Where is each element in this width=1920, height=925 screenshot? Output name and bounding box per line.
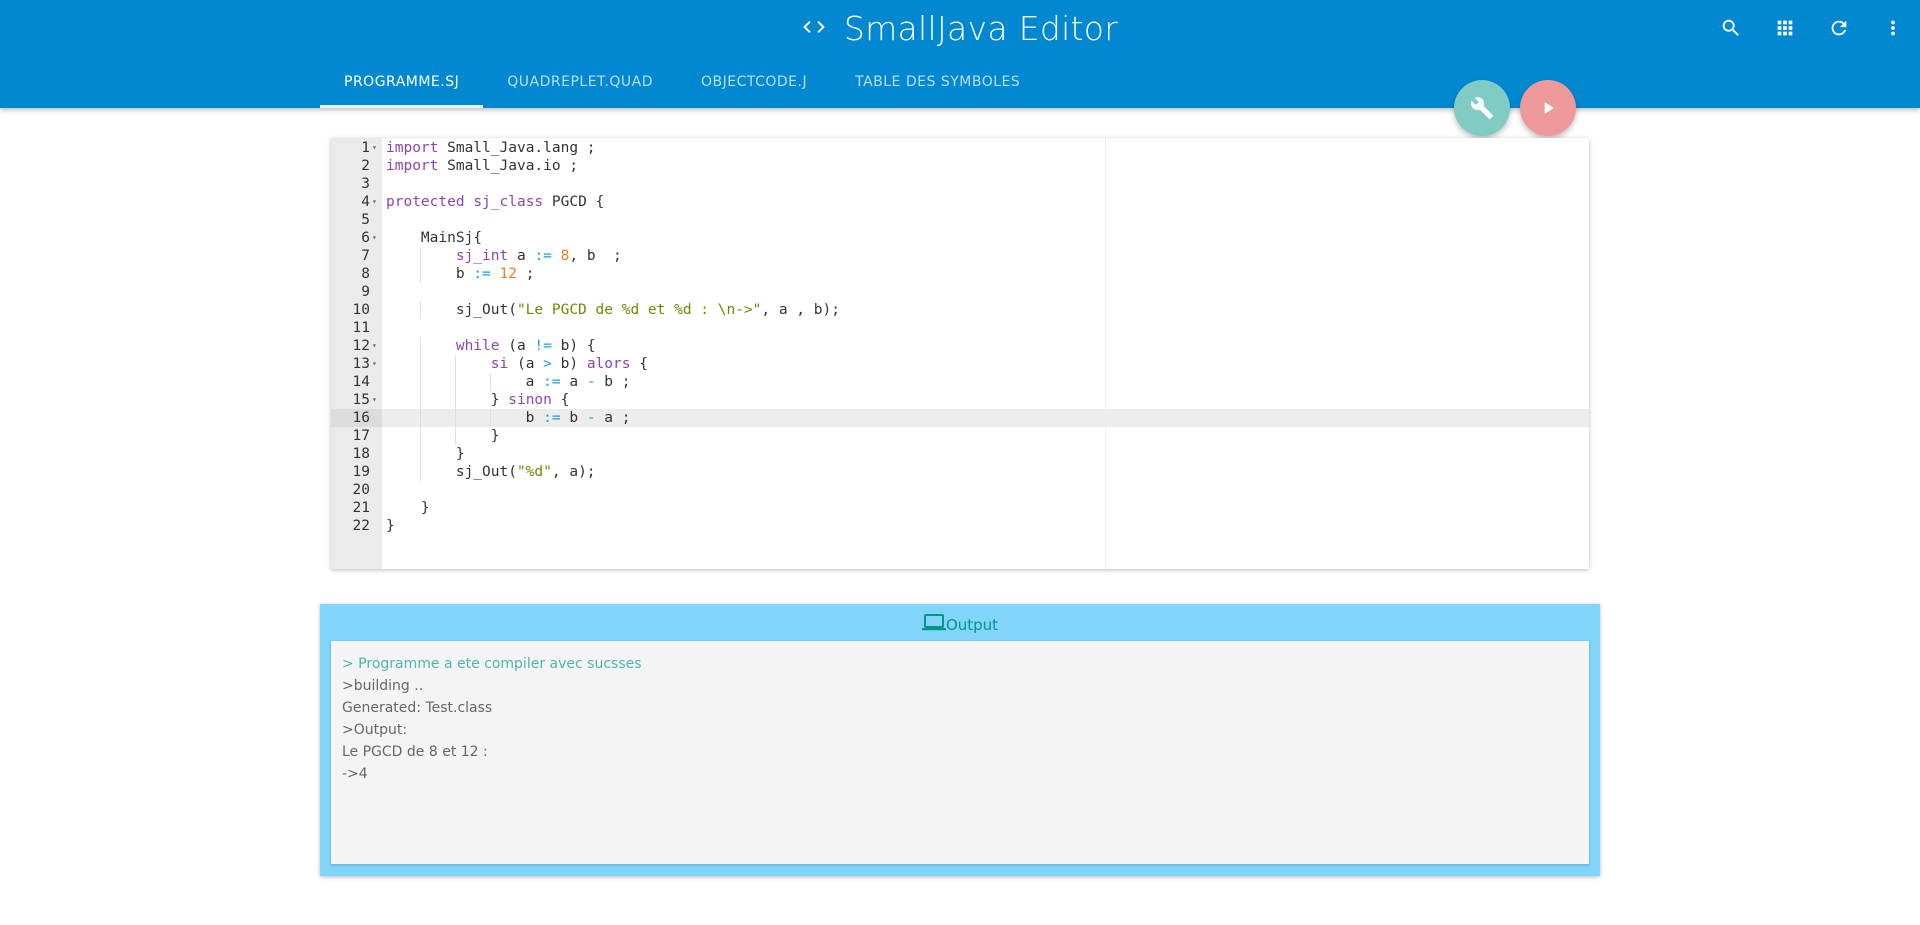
output-line: ->4 xyxy=(342,766,368,782)
code-line[interactable]: 6 ▾ MainSj{ xyxy=(331,229,1589,247)
code-text: protected sj_class PGCD { xyxy=(386,194,605,210)
code-line[interactable]: 22} xyxy=(331,517,1589,535)
line-number: 13 xyxy=(352,356,370,372)
code-line[interactable]: 14 a := a - b ; xyxy=(331,373,1589,391)
code-editor[interactable]: 1 ▾ import Small_Java.lang ; 2 import Small_… xyxy=(331,138,1589,569)
line-number: 10 xyxy=(352,302,370,318)
code-line[interactable]: 17 } xyxy=(331,427,1589,445)
build-button[interactable] xyxy=(1454,80,1510,136)
tab-quadreplet[interactable]: QUADREPLET.QUAD xyxy=(483,56,677,108)
code-line[interactable]: 13 ▾ si (a > b) alors { xyxy=(331,355,1589,373)
output-line: > Programme a ete compiler avec sucsses xyxy=(342,656,642,672)
code-line[interactable]: 19 sj_Out("%d", a); xyxy=(331,463,1589,481)
code-lines[interactable]: 1 ▾ import Small_Java.lang ; 2 import Small_… xyxy=(331,138,1589,535)
laptop-icon xyxy=(921,614,946,631)
apps-icon[interactable] xyxy=(1758,0,1812,56)
toolbar-actions xyxy=(1704,0,1920,56)
output-header: Output xyxy=(320,604,1600,640)
code-text: } xyxy=(386,500,430,516)
code-line[interactable]: 4 ▾ protected sj_class PGCD { xyxy=(331,193,1589,211)
code-text: import Small_Java.lang ; xyxy=(386,140,596,156)
app-toolbar: SmallJava Editor PROGRAMME.SJ QUADREPLET… xyxy=(0,0,1920,108)
fold-toggle-icon[interactable]: ▾ xyxy=(372,229,377,247)
line-number: 14 xyxy=(352,374,370,390)
code-text: sj_Out("%d", a); xyxy=(419,463,596,481)
code-text: } xyxy=(386,427,500,445)
code-line[interactable]: 18 } xyxy=(331,445,1589,463)
code-text: sj_Out("Le PGCD de %d et %d : \n->", a ,… xyxy=(419,301,840,319)
output-panel: Output > Programme a ete compiler avec s… xyxy=(320,604,1600,876)
code-line[interactable]: 21 } xyxy=(331,499,1589,517)
fold-toggle-icon[interactable]: ▾ xyxy=(372,355,377,373)
code-text: } xyxy=(386,518,395,534)
wrench-icon xyxy=(1470,97,1493,119)
code-text: b := b - a ; xyxy=(386,409,630,427)
line-number: 15 xyxy=(352,392,370,408)
title-area: SmallJava Editor xyxy=(0,0,1920,56)
line-number: 11 xyxy=(352,320,370,336)
line-number: 5 xyxy=(361,212,370,228)
output-title: Output xyxy=(945,616,999,634)
more-vert-icon[interactable] xyxy=(1866,0,1920,56)
output-line: >building .. xyxy=(342,678,424,694)
code-text: while (a != b) { xyxy=(386,337,596,355)
fold-toggle-icon[interactable]: ▾ xyxy=(372,391,377,409)
line-number: 16 xyxy=(331,409,382,427)
code-line[interactable]: 12 ▾ while (a != b) { xyxy=(331,337,1589,355)
search-icon[interactable] xyxy=(1704,0,1758,56)
code-icon xyxy=(803,21,825,33)
code-line[interactable]: 5 xyxy=(331,211,1589,229)
line-number: 20 xyxy=(352,482,370,498)
tab-symbol-table[interactable]: TABLE DES SYMBOLES xyxy=(831,56,1044,108)
code-text: import Small_Java.io ; xyxy=(386,158,579,174)
code-text: } xyxy=(419,445,465,463)
tab-objectcode[interactable]: OBJECTCODE.J xyxy=(677,56,831,108)
line-number: 22 xyxy=(352,518,370,534)
code-line[interactable]: 3 xyxy=(331,175,1589,193)
refresh-icon[interactable] xyxy=(1812,0,1866,56)
app-title: SmallJava Editor xyxy=(843,8,1119,48)
code-line[interactable]: 7 sj_int a := 8, b ; xyxy=(331,247,1589,265)
output-console: > Programme a ete compiler avec sucsses >… xyxy=(331,641,1589,864)
code-line[interactable]: 1 ▾ import Small_Java.lang ; xyxy=(331,139,1589,157)
run-button[interactable] xyxy=(1520,80,1576,136)
fold-toggle-icon[interactable]: ▾ xyxy=(372,139,377,157)
play-icon xyxy=(1544,102,1554,114)
line-number: 4 xyxy=(361,194,370,210)
line-number: 1 xyxy=(361,140,370,156)
file-tabs: PROGRAMME.SJ QUADREPLET.QUAD OBJECTCODE.… xyxy=(320,56,1044,108)
code-line[interactable]: 11 xyxy=(331,319,1589,337)
fold-toggle-icon[interactable]: ▾ xyxy=(372,337,377,355)
line-number: 21 xyxy=(352,500,370,516)
code-line[interactable]: 10 sj_Out("Le PGCD de %d et %d : \n->", … xyxy=(331,301,1589,319)
code-text: si (a > b) alors { xyxy=(386,355,648,373)
line-number: 18 xyxy=(352,446,370,462)
output-line: >Output: xyxy=(342,722,408,738)
line-number: 19 xyxy=(352,464,370,480)
output-line: Le PGCD de 8 et 12 : xyxy=(342,744,488,760)
line-number: 17 xyxy=(352,428,370,444)
code-line[interactable]: 15 ▾ } sinon { xyxy=(331,391,1589,409)
code-text: sj_int a := 8, b ; xyxy=(386,247,622,265)
tab-programme[interactable]: PROGRAMME.SJ xyxy=(320,56,484,108)
line-number: 7 xyxy=(361,248,370,264)
code-text: a := a - b ; xyxy=(386,373,630,391)
code-line[interactable]: 8 b := 12 ; xyxy=(331,265,1589,283)
code-line[interactable]: 2 import Small_Java.io ; xyxy=(331,157,1589,175)
line-number: 12 xyxy=(352,338,370,354)
line-number: 2 xyxy=(361,158,370,174)
code-line[interactable]: 9 xyxy=(331,283,1589,301)
fold-toggle-icon[interactable]: ▾ xyxy=(372,193,377,211)
code-text: } sinon { xyxy=(386,391,569,409)
code-text: MainSj{ xyxy=(386,230,483,246)
line-number: 9 xyxy=(361,284,370,300)
line-number: 8 xyxy=(361,266,370,282)
code-line[interactable]: 16 b := b - a ; xyxy=(331,409,1589,427)
line-number: 3 xyxy=(361,176,370,192)
line-number: 6 xyxy=(361,230,370,246)
code-line[interactable]: 20 xyxy=(331,481,1589,499)
code-text: b := 12 ; xyxy=(419,265,535,283)
output-line: Generated: Test.class xyxy=(342,700,493,716)
